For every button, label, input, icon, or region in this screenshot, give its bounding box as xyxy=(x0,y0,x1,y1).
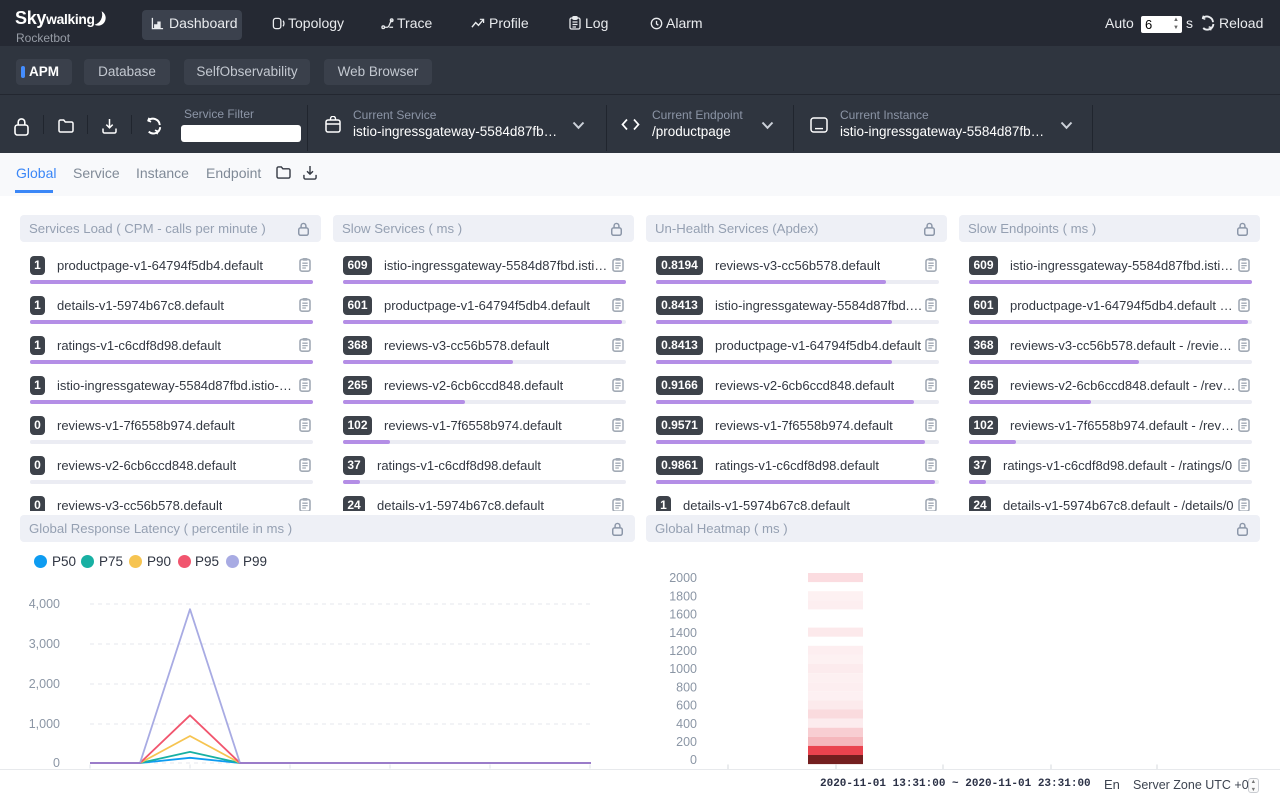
svg-text:2,000: 2,000 xyxy=(29,677,60,691)
svg-text:0: 0 xyxy=(690,753,697,767)
svg-text:1800: 1800 xyxy=(669,589,697,603)
svg-text:400: 400 xyxy=(676,717,697,731)
svg-text:1000: 1000 xyxy=(669,662,697,676)
svg-text:1,000: 1,000 xyxy=(29,717,60,731)
svg-text:200: 200 xyxy=(676,735,697,749)
svg-text:1400: 1400 xyxy=(669,626,697,640)
svg-text:2000: 2000 xyxy=(669,571,697,585)
svg-text:800: 800 xyxy=(676,680,697,694)
svg-text:0: 0 xyxy=(53,756,60,770)
svg-text:1200: 1200 xyxy=(669,644,697,658)
svg-text:4,000: 4,000 xyxy=(29,597,60,611)
svg-text:3,000: 3,000 xyxy=(29,637,60,651)
svg-text:1600: 1600 xyxy=(669,608,697,622)
svg-text:600: 600 xyxy=(676,699,697,713)
